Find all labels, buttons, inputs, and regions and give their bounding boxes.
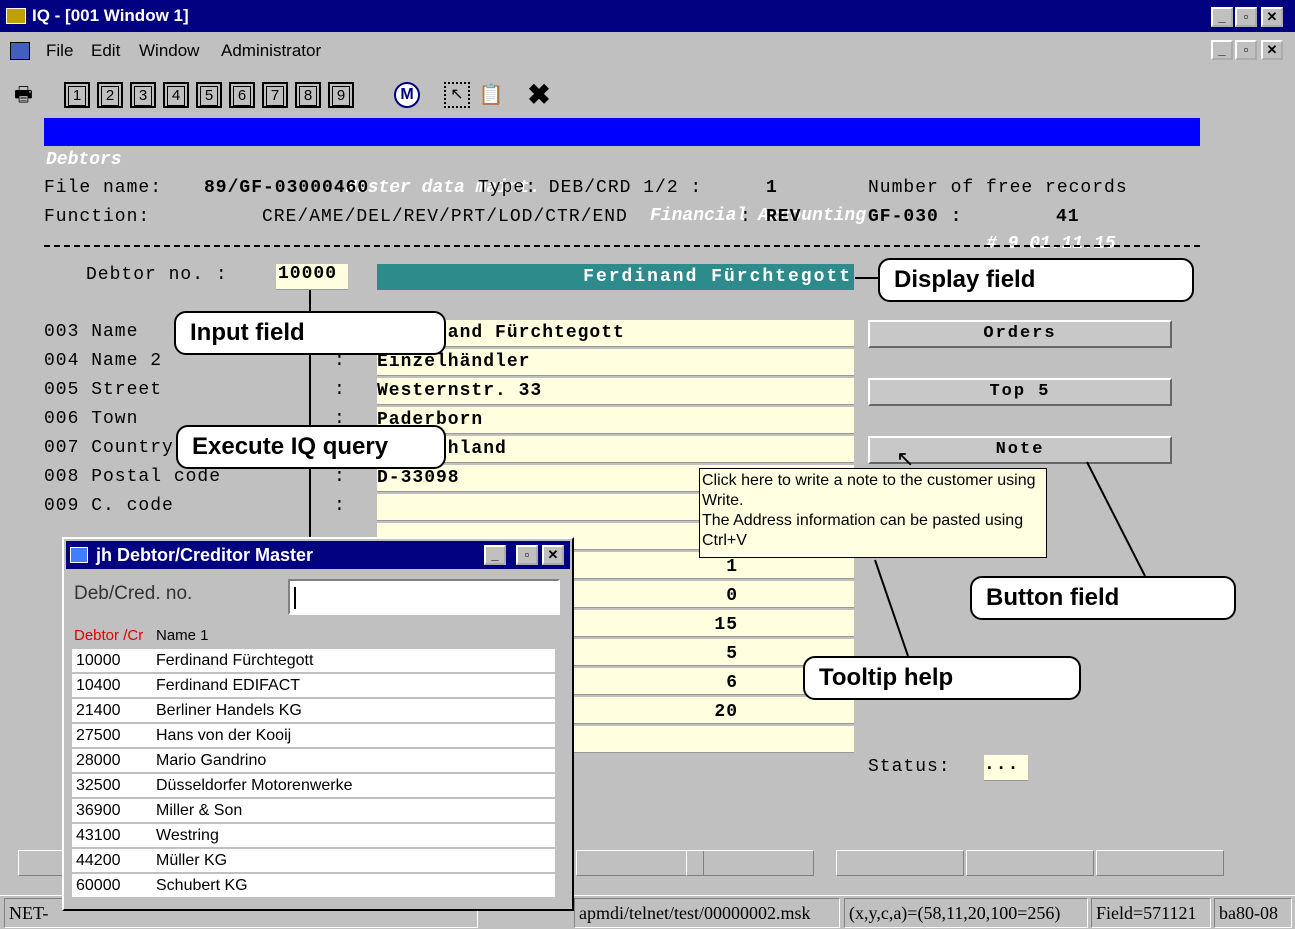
row-number: 36900 xyxy=(76,802,121,819)
row-name: Mario Gandrino xyxy=(156,752,267,769)
table-row[interactable]: 27500 Hans von der Kooij xyxy=(72,724,555,748)
popup-close-icon[interactable]: ✕ xyxy=(542,545,564,565)
tooltip-help-callout: Tooltip help xyxy=(803,656,1081,700)
row-name: Düsseldorfer Motorenwerke xyxy=(156,777,353,794)
status-path: apmdi/telnet/test/00000002.msk xyxy=(574,898,840,928)
popup-minimize-icon[interactable]: _ xyxy=(484,545,506,565)
table-row[interactable]: 10400 Ferdinand EDIFACT xyxy=(72,674,555,698)
deb-cred-no-input[interactable] xyxy=(288,579,560,615)
popup-title: jh Debtor/Creditor Master xyxy=(96,545,314,565)
row-name: Müller KG xyxy=(156,852,228,869)
row-number: 10400 xyxy=(76,677,121,694)
table-row[interactable]: 36900 Miller & Son xyxy=(72,799,555,823)
row-number: 60000 xyxy=(76,877,121,894)
row-number: 44200 xyxy=(76,852,121,869)
status-coords: (x,y,c,a)=(58,11,20,100=256) xyxy=(844,898,1088,928)
button-field-callout: Button field xyxy=(970,576,1236,620)
col-header-name[interactable]: Name 1 xyxy=(156,627,209,644)
table-row[interactable]: 44200 Müller KG xyxy=(72,849,555,873)
row-name: Berliner Handels KG xyxy=(156,702,302,719)
execute-query-callout: Execute IQ query xyxy=(176,425,446,469)
row-number: 21400 xyxy=(76,702,121,719)
col-header-debtor[interactable]: Debtor /Cr xyxy=(74,627,143,644)
row-number: 27500 xyxy=(76,727,121,744)
table-row[interactable]: 43100 Westring xyxy=(72,824,555,848)
note-tooltip: Click here to write a note to the custom… xyxy=(699,468,1047,558)
text-cursor xyxy=(294,587,296,609)
debtor-creditor-popup[interactable]: jh Debtor/Creditor Master _ ▫ ✕ Deb/Cred… xyxy=(62,537,574,911)
table-row[interactable]: 28000 Mario Gandrino xyxy=(72,749,555,773)
status-code: ba80-08 xyxy=(1214,898,1292,928)
row-name: Ferdinand EDIFACT xyxy=(156,677,301,694)
popup-field-label: Deb/Cred. no. xyxy=(74,583,193,604)
popup-app-icon xyxy=(70,547,88,563)
row-number: 32500 xyxy=(76,777,121,794)
row-name: Ferdinand Fürchtegott xyxy=(156,652,314,669)
status-field: Field=571121 xyxy=(1091,898,1211,928)
table-row[interactable]: 32500 Düsseldorfer Motorenwerke xyxy=(72,774,555,798)
input-field-callout: Input field xyxy=(174,311,446,355)
row-name: Westring xyxy=(156,827,219,844)
row-name: Miller & Son xyxy=(156,802,243,819)
table-row[interactable]: 21400 Berliner Handels KG xyxy=(72,699,555,723)
row-number: 10000 xyxy=(76,652,121,669)
row-name: Schubert KG xyxy=(156,877,248,894)
row-number: 43100 xyxy=(76,827,121,844)
table-row[interactable]: 10000 Ferdinand Fürchtegott xyxy=(72,649,555,673)
row-name: Hans von der Kooij xyxy=(156,727,292,744)
display-field-callout: Display field xyxy=(878,258,1194,302)
row-number: 28000 xyxy=(76,752,121,769)
table-row[interactable]: 60000 Schubert KG xyxy=(72,874,555,898)
popup-maximize-icon[interactable]: ▫ xyxy=(516,545,538,565)
